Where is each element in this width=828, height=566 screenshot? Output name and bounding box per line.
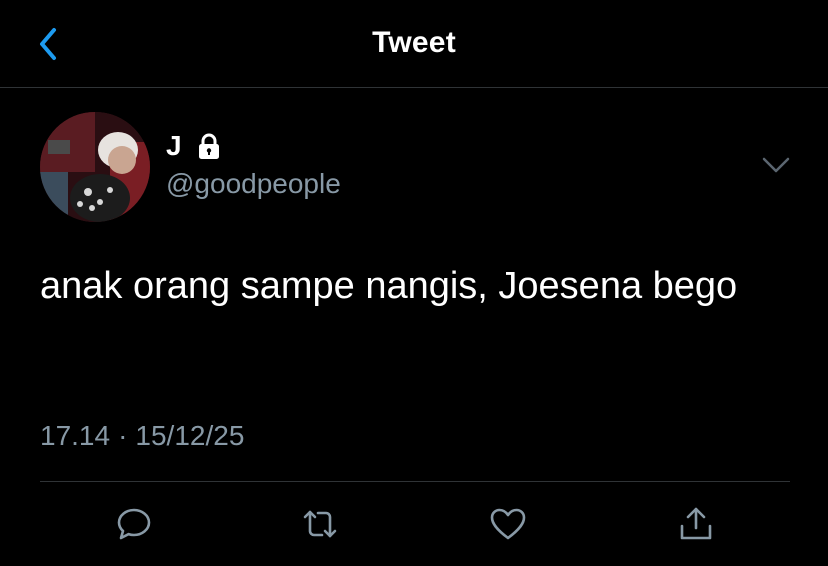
reply-button[interactable]: [114, 504, 154, 544]
tweet-text: anak orang sampe nangis, Joesena bego: [40, 265, 738, 307]
header-divider: [0, 87, 828, 88]
tweet-time: 17.14: [40, 420, 111, 451]
lock-icon: [194, 131, 224, 161]
share-icon: [680, 507, 712, 540]
author-name-row[interactable]: J: [166, 128, 224, 164]
actions-divider: [40, 481, 790, 482]
avatar[interactable]: [40, 112, 150, 222]
display-name[interactable]: J: [166, 130, 182, 162]
more-options-button[interactable]: [758, 150, 794, 180]
page-title: Tweet: [372, 26, 456, 59]
avatar-image: [40, 112, 150, 222]
retweet-button[interactable]: [300, 504, 340, 544]
tweet-date: 15/12/25: [135, 420, 245, 451]
share-button[interactable]: [676, 504, 716, 544]
like-button[interactable]: [488, 504, 528, 544]
timestamp-separator: ·: [118, 420, 128, 451]
author-handle[interactable]: @goodpeople: [166, 168, 341, 200]
top-bar: Tweet: [0, 0, 828, 88]
heart-icon: [490, 508, 526, 540]
comment-icon: [117, 508, 151, 540]
retweet-icon: [303, 510, 337, 538]
chevron-down-icon: [762, 157, 790, 173]
tweet-timestamp[interactable]: 17.14 · 15/12/25: [40, 420, 244, 452]
